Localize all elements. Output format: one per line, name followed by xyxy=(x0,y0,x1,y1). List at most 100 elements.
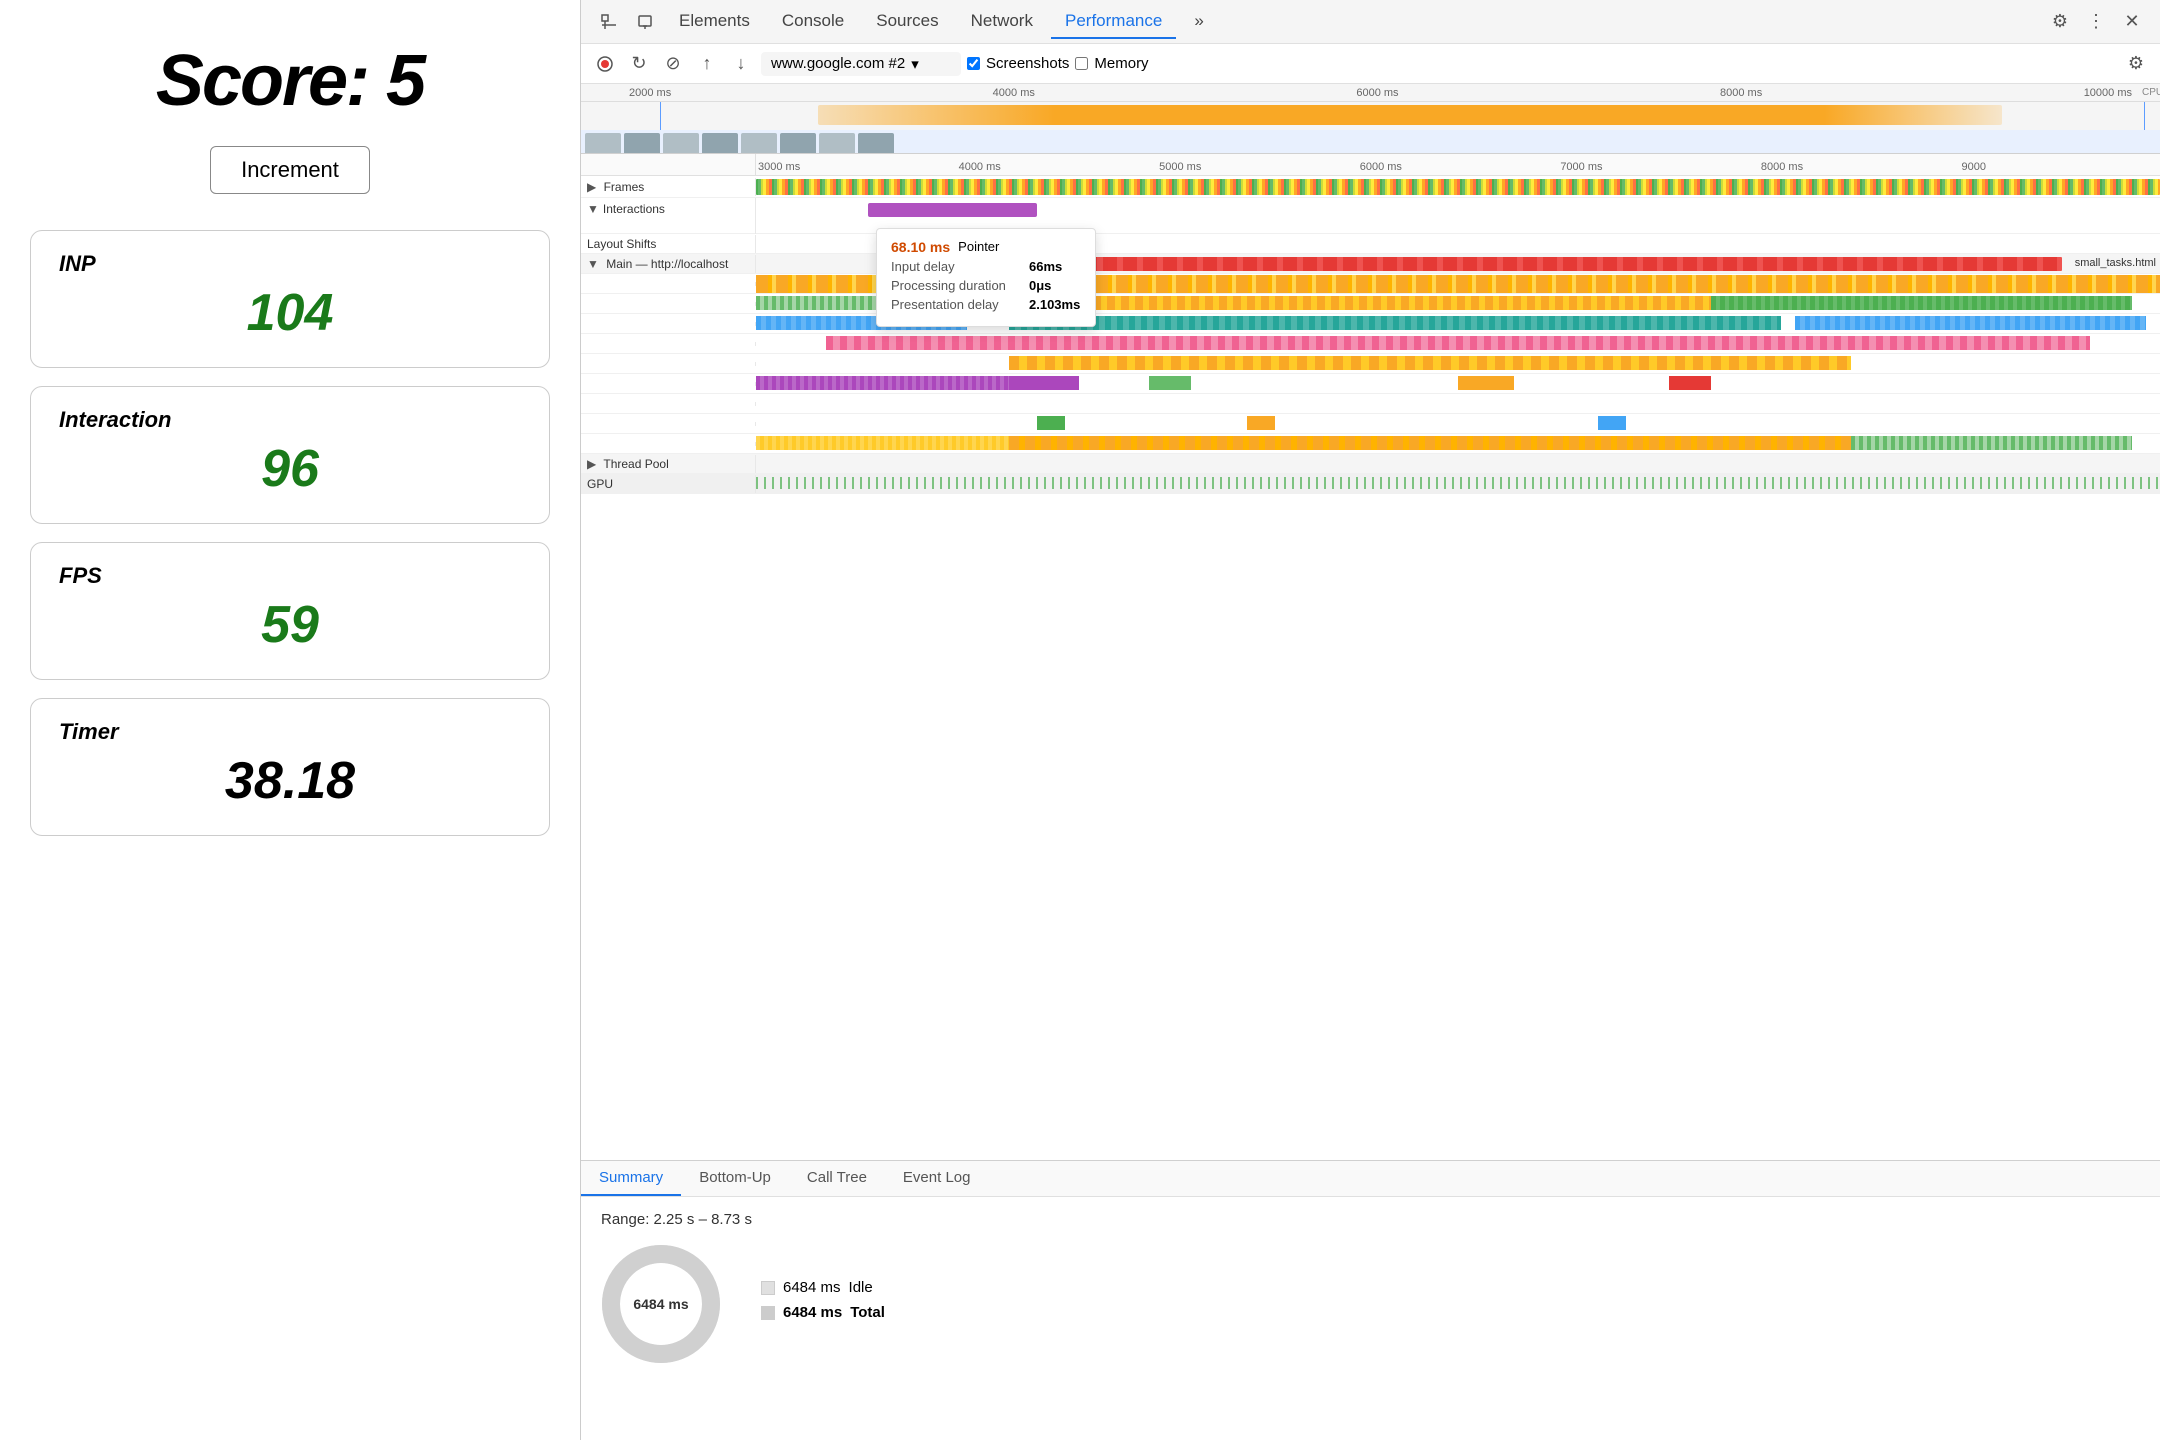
ruler-tick-7000: 7000 ms xyxy=(1558,161,1759,173)
metric-value-interaction: 96 xyxy=(59,439,521,499)
metric-value-timer: 38.18 xyxy=(59,751,521,811)
donut-center-label: 6484 ms xyxy=(633,1296,688,1312)
screenshots-checkbox-group: Screenshots xyxy=(967,55,1069,72)
thread-pool-row: ▶ Thread Pool xyxy=(581,454,2160,474)
main-thread-header: ▼ Main — http://localhost small_tasks.ht… xyxy=(581,254,2160,274)
metric-value-fps: 59 xyxy=(59,595,521,655)
devtools-toolbar: ↻ ⊘ ↑ ↓ www.google.com #2 ▾ Screenshots … xyxy=(581,44,2160,84)
reload-icon[interactable]: ↻ xyxy=(625,50,653,78)
donut-chart: 6484 ms xyxy=(601,1244,721,1364)
ruler-tick-3000: 3000 ms xyxy=(756,161,957,173)
download-icon[interactable]: ↓ xyxy=(727,50,755,78)
range-text: Range: 2.25 s – 8.73 s xyxy=(601,1211,2140,1228)
overview-tick-3: 8000 ms xyxy=(1720,87,1762,99)
main-task-label: small_tasks.html xyxy=(2075,257,2156,269)
frames-row: ▶ Frames xyxy=(581,176,2160,198)
frames-triangle[interactable]: ▶ xyxy=(587,180,596,194)
overview-tick-1: 4000 ms xyxy=(993,87,1035,99)
timeline-overview[interactable]: 2000 ms 4000 ms 6000 ms 8000 ms 10000 ms… xyxy=(581,84,2160,154)
url-dropdown-icon[interactable]: ▾ xyxy=(911,55,919,73)
legend-total-value: 6484 ms xyxy=(783,1304,842,1321)
overview-tick-0: 2000 ms xyxy=(629,87,671,99)
metric-card-timer: Timer 38.18 xyxy=(30,698,550,836)
inspect-icon[interactable] xyxy=(593,6,625,38)
metric-label-inp: INP xyxy=(59,251,521,277)
memory-checkbox[interactable] xyxy=(1075,57,1088,70)
record-icon[interactable] xyxy=(591,50,619,78)
legend-idle-label: Idle xyxy=(849,1279,873,1296)
tab-console[interactable]: Console xyxy=(768,5,858,39)
devtools-panel: Elements Console Sources Network Perform… xyxy=(580,0,2160,1440)
main-thread-label: Main — http://localhost xyxy=(606,257,728,271)
interactions-row: ▼ Interactions 68.10 ms Pointer Input de… xyxy=(581,198,2160,234)
tooltip-input-delay-label: Input delay xyxy=(891,259,1021,274)
flame-row-1 xyxy=(581,274,2160,294)
device-icon[interactable] xyxy=(629,6,661,38)
tooltip-input-delay-val: 66ms xyxy=(1029,259,1062,274)
tab-sources[interactable]: Sources xyxy=(862,5,952,39)
bottom-panel: Summary Bottom-Up Call Tree Event Log Ra… xyxy=(581,1160,2160,1440)
score-value: 5 xyxy=(386,41,424,121)
interaction-bar[interactable] xyxy=(868,203,1036,217)
thread-pool-triangle[interactable]: ▶ xyxy=(587,457,596,471)
frames-label: Frames xyxy=(604,180,645,194)
screenshots-label: Screenshots xyxy=(986,55,1069,72)
upload-icon[interactable]: ↑ xyxy=(693,50,721,78)
tooltip-timing: 68.10 ms xyxy=(891,239,950,255)
metric-label-interaction: Interaction xyxy=(59,407,521,433)
score-label: Score: xyxy=(156,41,368,121)
increment-button[interactable]: Increment xyxy=(210,146,370,194)
flame-row-6 xyxy=(581,374,2160,394)
close-icon[interactable]: ✕ xyxy=(2116,6,2148,38)
url-bar: www.google.com #2 ▾ xyxy=(761,52,961,76)
metric-card-fps: FPS 59 xyxy=(30,542,550,680)
capture-settings-icon[interactable]: ⚙ xyxy=(2122,50,2150,78)
gpu-row: GPU xyxy=(581,474,2160,494)
flame-row-2 xyxy=(581,294,2160,314)
flame-row-4 xyxy=(581,334,2160,354)
tab-more[interactable]: » xyxy=(1180,5,1217,39)
settings-icon[interactable]: ⚙ xyxy=(2044,6,2076,38)
metric-card-inp: INP 104 xyxy=(30,230,550,368)
metric-label-timer: Timer xyxy=(59,719,521,745)
bottom-tabs: Summary Bottom-Up Call Tree Event Log xyxy=(581,1161,2160,1197)
flame-row-5 xyxy=(581,354,2160,374)
tab-bottom-up[interactable]: Bottom-Up xyxy=(681,1161,789,1196)
legend-total: 6484 ms Total xyxy=(761,1304,885,1321)
memory-checkbox-group: Memory xyxy=(1075,55,1148,72)
tooltip-processing-label: Processing duration xyxy=(891,278,1021,293)
memory-label: Memory xyxy=(1094,55,1148,72)
tooltip-processing-val: 0μs xyxy=(1029,278,1051,293)
interactions-label: Interactions xyxy=(603,202,665,216)
layout-shifts-row: Layout Shifts xyxy=(581,234,2160,254)
more-options-icon[interactable]: ⋮ xyxy=(2080,6,2112,38)
tab-network[interactable]: Network xyxy=(957,5,1047,39)
interactions-triangle[interactable]: ▼ xyxy=(587,202,599,216)
overview-tick-4: 10000 ms xyxy=(2084,87,2132,99)
flame-row-7 xyxy=(581,394,2160,414)
flame-row-8 xyxy=(581,414,2160,434)
clear-icon[interactable]: ⊘ xyxy=(659,50,687,78)
timeline-scroll[interactable]: ▶ Frames ▼ Interactions xyxy=(581,176,2160,1160)
ruler-tick-8000: 8000 ms xyxy=(1759,161,1960,173)
interaction-tooltip: 68.10 ms Pointer Input delay 66ms Proces… xyxy=(876,228,1096,327)
legend-idle: 6484 ms Idle xyxy=(761,1279,885,1296)
timeline-ruler: 3000 ms 4000 ms 5000 ms 6000 ms 7000 ms … xyxy=(581,154,2160,176)
ruler-tick-4000: 4000 ms xyxy=(957,161,1158,173)
flame-row-3 xyxy=(581,314,2160,334)
main-thread-triangle[interactable]: ▼ xyxy=(587,257,599,271)
tooltip-type: Pointer xyxy=(958,239,999,255)
left-panel: Score: 5 Increment INP 104 Interaction 9… xyxy=(0,0,580,1440)
tab-summary[interactable]: Summary xyxy=(581,1161,681,1196)
url-label: www.google.com #2 xyxy=(771,55,905,72)
legend-total-label: Total xyxy=(850,1304,885,1321)
metric-label-fps: FPS xyxy=(59,563,521,589)
bottom-content: Range: 2.25 s – 8.73 s 6484 ms 6484 ms I… xyxy=(581,1197,2160,1440)
tab-elements[interactable]: Elements xyxy=(665,5,764,39)
tab-event-log[interactable]: Event Log xyxy=(885,1161,989,1196)
ruler-tick-6000: 6000 ms xyxy=(1358,161,1559,173)
timeline-main: 3000 ms 4000 ms 5000 ms 6000 ms 7000 ms … xyxy=(581,154,2160,1160)
tab-performance[interactable]: Performance xyxy=(1051,5,1176,39)
tab-call-tree[interactable]: Call Tree xyxy=(789,1161,885,1196)
screenshots-checkbox[interactable] xyxy=(967,57,980,70)
